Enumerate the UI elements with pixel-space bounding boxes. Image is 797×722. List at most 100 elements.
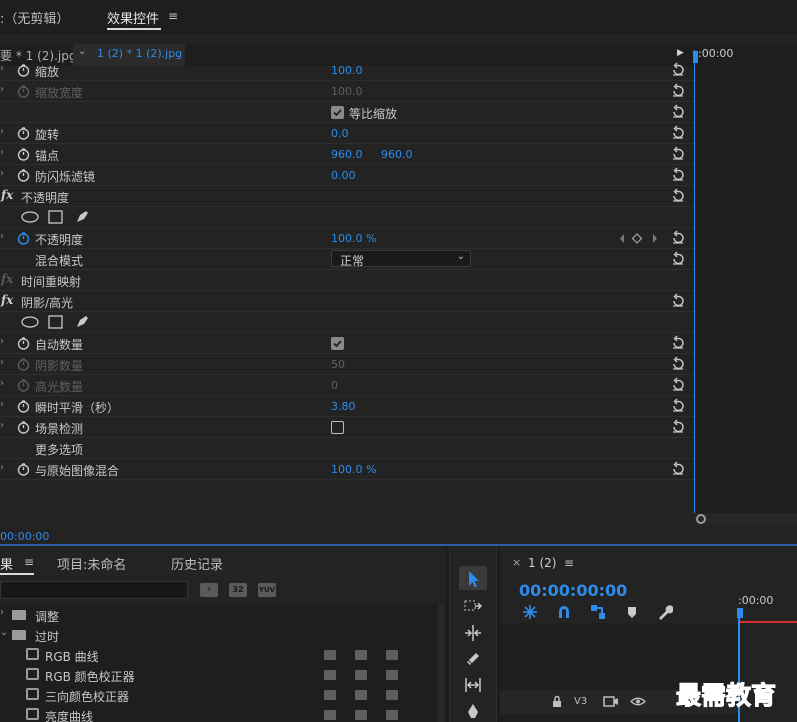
nest-toggle-icon[interactable] <box>522 604 538 620</box>
property-value[interactable]: 960.0 <box>331 148 363 161</box>
sequence-clip-label[interactable]: 1 (2) * 1 (2).jpg <box>97 47 182 60</box>
stopwatch-icon[interactable] <box>17 64 30 77</box>
linked-selection-icon[interactable] <box>590 604 606 620</box>
tab-no-clip[interactable]: :（无剪辑） <box>0 8 69 27</box>
fx-toggle-icon[interactable]: fx <box>1 293 13 307</box>
twirl-arrow-icon[interactable]: › <box>0 231 4 242</box>
playhead-line[interactable] <box>694 50 695 513</box>
twirl-arrow-icon[interactable]: › <box>0 168 4 179</box>
stopwatch-icon[interactable] <box>17 421 30 434</box>
tab-project[interactable]: 项目:未命名 <box>57 554 126 573</box>
reset-icon[interactable] <box>670 146 686 162</box>
track-select-tool-icon[interactable] <box>462 596 484 618</box>
auto-amount-checkbox[interactable] <box>331 337 344 350</box>
reset-icon[interactable] <box>670 398 686 414</box>
twirl-arrow-icon[interactable]: › <box>0 147 4 158</box>
stopwatch-icon[interactable] <box>17 463 30 476</box>
reset-icon[interactable] <box>670 335 686 351</box>
stopwatch-icon[interactable] <box>17 85 30 98</box>
panel-menu-icon[interactable]: ≡ <box>24 555 34 569</box>
track-label[interactable]: V3 <box>574 696 587 707</box>
effects-tree-item[interactable]: › 调整 <box>0 605 438 625</box>
effects-tree-item[interactable]: 三向颜色校正器 <box>0 685 438 705</box>
effects-tree-item[interactable]: RGB 曲线 <box>0 645 438 665</box>
stopwatch-icon[interactable] <box>17 127 30 140</box>
reset-icon[interactable] <box>670 293 686 309</box>
pen-tool-icon[interactable] <box>462 700 484 722</box>
twirl-arrow-icon[interactable]: › <box>0 336 4 347</box>
tab-history[interactable]: 历史记录 <box>171 554 223 573</box>
current-timecode[interactable]: 00:00:00 <box>0 530 49 543</box>
tab-effects[interactable]: 果 <box>0 554 13 573</box>
reset-icon[interactable] <box>670 125 686 141</box>
playhead-handle[interactable] <box>737 608 743 618</box>
reset-icon[interactable] <box>670 188 686 204</box>
reset-icon[interactable] <box>670 251 686 267</box>
chevron-right-icon[interactable]: › <box>0 607 4 618</box>
pen-mask-icon[interactable] <box>74 314 90 330</box>
stopwatch-icon[interactable] <box>17 232 30 245</box>
reset-icon[interactable] <box>670 356 686 372</box>
stopwatch-icon[interactable] <box>17 379 30 392</box>
stopwatch-icon[interactable] <box>17 148 30 161</box>
chevron-down-icon[interactable]: ⌄ <box>78 46 86 57</box>
tab-effect-controls[interactable]: 效果控件 <box>107 8 159 27</box>
uniform-scale-checkbox[interactable] <box>331 106 344 119</box>
zoom-handle[interactable] <box>696 514 706 524</box>
fx-toggle-icon[interactable]: fx <box>1 272 13 286</box>
stopwatch-icon[interactable] <box>17 337 30 350</box>
close-icon[interactable]: × <box>512 556 521 569</box>
twirl-arrow-icon[interactable]: › <box>0 420 4 431</box>
chevron-down-icon[interactable]: ⌄ <box>0 627 8 638</box>
property-value[interactable]: 0.0 <box>331 127 349 140</box>
eye-icon[interactable] <box>630 695 646 708</box>
32bit-effects-icon[interactable]: 32 <box>229 583 247 597</box>
rectangle-mask-icon[interactable] <box>48 315 63 329</box>
property-value[interactable]: 100.0 % <box>331 232 376 245</box>
twirl-arrow-icon[interactable]: › <box>0 126 4 137</box>
keyframe-timeline-area[interactable] <box>694 66 797 513</box>
add-marker-icon[interactable] <box>625 604 639 620</box>
work-area-bar[interactable] <box>740 621 797 623</box>
fx-toggle-icon[interactable]: fx <box>1 188 13 202</box>
twirl-arrow-icon[interactable]: › <box>0 84 4 95</box>
blend-mode-select[interactable]: 正常 ⌄ <box>331 250 471 268</box>
reset-icon[interactable] <box>670 377 686 393</box>
effects-tree-item[interactable]: 亮度曲线 <box>0 705 438 722</box>
snap-icon[interactable] <box>556 604 572 620</box>
timeline-zoom-scrollbar[interactable] <box>694 513 797 525</box>
property-value[interactable]: 100.0 <box>331 64 363 77</box>
reset-icon[interactable] <box>670 230 686 246</box>
ellipse-mask-icon[interactable] <box>21 211 39 223</box>
stopwatch-icon[interactable] <box>17 358 30 371</box>
effects-tree-item[interactable]: ⌄ 过时 <box>0 625 438 645</box>
keyframe-navigator[interactable] <box>619 233 659 244</box>
twirl-arrow-icon[interactable]: › <box>0 63 4 74</box>
ellipse-mask-icon[interactable] <box>21 316 39 328</box>
reset-icon[interactable] <box>670 461 686 477</box>
slip-tool-icon[interactable] <box>462 674 484 696</box>
pen-mask-icon[interactable] <box>74 209 90 225</box>
wrench-icon[interactable] <box>657 604 673 620</box>
sequence-timecode[interactable]: 00:00:00:00 <box>519 581 627 600</box>
twirl-arrow-icon[interactable]: › <box>0 399 4 410</box>
property-value[interactable]: 3.80 <box>331 400 356 413</box>
tab-sequence[interactable]: 1 (2) <box>528 556 556 570</box>
panel-menu-icon[interactable]: ≡ <box>168 9 178 23</box>
twirl-arrow-icon[interactable]: › <box>0 357 4 368</box>
property-value[interactable]: 100.0 % <box>331 463 376 476</box>
lock-icon[interactable] <box>551 695 563 708</box>
effects-tree-item[interactable]: RGB 颜色校正器 <box>0 665 438 685</box>
property-value[interactable]: 0.00 <box>331 169 356 182</box>
stopwatch-icon[interactable] <box>17 169 30 182</box>
panel-menu-icon[interactable]: ≡ <box>564 556 574 570</box>
twirl-arrow-icon[interactable]: › <box>0 462 4 473</box>
play-icon[interactable]: ▶ <box>677 48 684 58</box>
yuv-effects-icon[interactable]: YUV <box>258 583 276 597</box>
property-value-y[interactable]: 960.0 <box>381 148 413 161</box>
selection-tool-icon[interactable] <box>462 568 484 590</box>
reset-icon[interactable] <box>670 83 686 99</box>
reset-icon[interactable] <box>670 419 686 435</box>
rectangle-mask-icon[interactable] <box>48 210 63 224</box>
razor-tool-icon[interactable] <box>462 648 484 670</box>
